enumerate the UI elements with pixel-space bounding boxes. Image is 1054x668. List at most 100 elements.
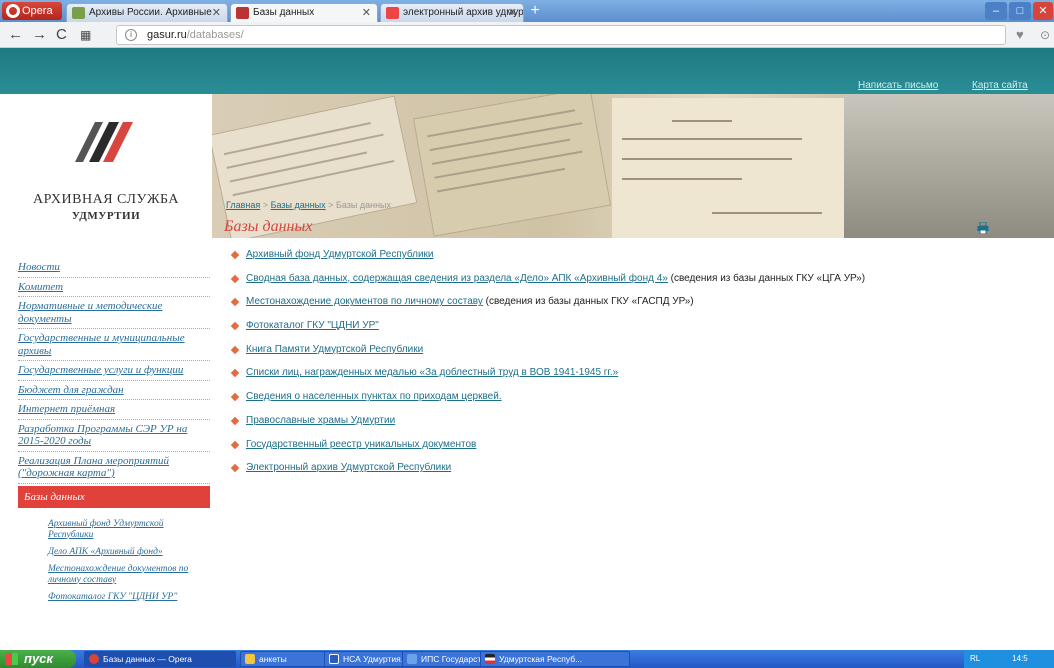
minimize-button[interactable]: ‒	[985, 2, 1007, 20]
sidebar-sub-location[interactable]: Местонахождение документов по личному со…	[48, 561, 210, 589]
list-item: Списки лиц, награжденных медалью «За доб…	[226, 366, 1026, 390]
list-item: Книга Памяти Удмуртской Республики	[226, 343, 1026, 367]
taskbar-item-udmurt[interactable]: Удмуртская Респуб...	[480, 651, 630, 667]
list-item: Фотокаталог ГКУ "ЦДНИ УР"	[226, 319, 1026, 343]
db-link[interactable]: Государственный реестр уникальных докуме…	[246, 439, 476, 450]
bullet-icon	[230, 298, 240, 307]
breadcrumb-databases[interactable]: Базы данных	[271, 200, 326, 210]
sidebar-item-databases[interactable]: Базы данных	[18, 485, 210, 508]
forward-arrow-icon[interactable]: →	[32, 26, 47, 43]
db-link[interactable]: Местонахождение документов по личному со…	[246, 296, 483, 307]
flag-icon	[485, 654, 495, 664]
db-link[interactable]: Списки лиц, награжденных медалью «За доб…	[246, 367, 618, 378]
list-item: Православные храмы Удмуртии	[226, 414, 1026, 438]
bullet-icon	[230, 392, 240, 402]
sidebar-item-roadmap[interactable]: Реализация Плана мероприятий ("дорожная …	[18, 452, 210, 484]
yandex-favicon-icon	[386, 7, 399, 19]
download-icon[interactable]: ⊙	[1040, 28, 1050, 42]
database-list: Архивный фонд Удмуртской Республики Свод…	[226, 248, 1026, 485]
taskbar-item-opera[interactable]: Базы данных — Opera	[84, 651, 236, 667]
tab-label: электронный архив удмур	[403, 7, 524, 18]
breadcrumb-current: Базы данных	[335, 200, 392, 210]
url-path: /databases/	[186, 29, 244, 41]
start-button[interactable]: пуск	[0, 650, 76, 668]
db-note: (сведения из базы данных ГКУ «ЦГА УР»)	[670, 272, 866, 284]
tab-databases[interactable]: Базы данных ✕	[230, 3, 378, 22]
language-indicator[interactable]: RL	[970, 654, 980, 663]
taskbar-label: анкеты	[259, 654, 287, 664]
sidebar-item-normative-docs[interactable]: Нормативные и методические документы	[18, 297, 210, 329]
screen: Opera Архивы России. Архивные ✕ Базы дан…	[0, 0, 1054, 668]
db-link[interactable]: Православные храмы Удмуртии	[246, 415, 395, 426]
bullet-icon	[230, 321, 240, 331]
start-label: пуск	[24, 651, 53, 666]
sitemap-link[interactable]: Карта сайта	[972, 80, 1028, 91]
banner-city-photo	[844, 94, 1054, 238]
list-item: Сводная база данных, содержащая сведения…	[226, 272, 1026, 296]
reload-icon[interactable]: C	[56, 26, 67, 43]
sidebar-item-archives[interactable]: Государственные и муниципальные архивы	[18, 329, 210, 361]
browser-tab-bar: Opera Архивы России. Архивные ✕ Базы дан…	[0, 0, 1054, 22]
sidebar-sub-archive-fund[interactable]: Архивный фонд Удмуртской Республики	[48, 516, 210, 544]
banner-document-image	[212, 95, 418, 238]
heart-icon[interactable]: ♥	[1016, 27, 1024, 42]
db-link[interactable]: Книга Памяти Удмуртской Республики	[246, 344, 423, 355]
list-item: Сведения о населенных пунктах по прихода…	[226, 390, 1026, 414]
banner-document-image	[412, 94, 612, 237]
sidebar-item-news[interactable]: Новости	[18, 258, 210, 278]
back-arrow-icon[interactable]: ←	[8, 26, 23, 43]
bullet-icon	[230, 369, 240, 378]
bullet-icon	[230, 463, 240, 473]
sidebar-item-committee[interactable]: Комитет	[18, 278, 210, 297]
left-sidebar: Новости Комитет Нормативные и методическ…	[18, 258, 210, 606]
sidebar-sub-photo-catalog[interactable]: Фотокаталог ГКУ "ЦДНИ УР"	[48, 589, 210, 606]
bullet-icon	[230, 440, 240, 449]
close-window-button[interactable]: ✕	[1033, 2, 1053, 20]
opera-menu-button[interactable]: Opera	[2, 2, 62, 20]
print-icon[interactable]	[977, 222, 989, 234]
site-info-icon[interactable]: i	[125, 29, 137, 41]
sidebar-item-services[interactable]: Государственные услуги и функции	[18, 361, 210, 381]
close-icon[interactable]: ✕	[212, 4, 221, 22]
tab-e-archive[interactable]: электронный архив удмур ✕	[380, 3, 524, 22]
system-tray: RL 14:5	[964, 650, 1054, 668]
logo-subtitle: УДМУРТИИ	[71, 210, 141, 222]
list-item: Местонахождение документов по личному со…	[226, 295, 1026, 319]
site-favicon-icon	[72, 7, 85, 19]
url-host: gasur.ru	[147, 29, 187, 41]
db-link[interactable]: Фотокаталог ГКУ "ЦДНИ УР"	[246, 320, 379, 331]
opera-icon	[89, 654, 99, 664]
windows-taskbar: пуск Базы данных — Opera анкеты НСА Удму…	[0, 650, 1054, 668]
word-icon	[329, 654, 339, 664]
tab-label: Архивы России. Архивные	[89, 7, 212, 18]
list-item: Электронный архив Удмуртской Республики	[226, 461, 1026, 485]
header-banner-image	[212, 94, 1054, 238]
db-link[interactable]: Архивный фонд Удмуртской Республики	[246, 249, 434, 260]
address-bar-row: ← → C ▦ i gasur.ru/databases/ ♥ ⊙	[0, 22, 1054, 48]
url-input[interactable]: i gasur.ru/databases/	[116, 25, 1006, 45]
new-tab-button[interactable]: +	[526, 3, 544, 21]
folder-icon	[245, 654, 255, 664]
site-logo[interactable]: АРХИВНАЯ СЛУЖБА УДМУРТИИ	[0, 94, 212, 240]
breadcrumb: Главная > Базы данных > Базы данных	[226, 200, 391, 210]
sidebar-item-reception[interactable]: Интернет приёмная	[18, 400, 210, 420]
db-note: (сведения из базы данных ГКУ «ГАСПД УР»)	[485, 296, 694, 308]
tab-archives[interactable]: Архивы России. Архивные ✕	[66, 3, 228, 22]
sidebar-item-program[interactable]: Разработка Программы СЭР УР на 2015-2020…	[18, 420, 210, 452]
sidebar-item-budget[interactable]: Бюджет для граждан	[18, 381, 210, 400]
bullet-icon	[230, 416, 240, 426]
archive-logo-icon	[75, 122, 133, 162]
bullet-icon	[230, 345, 240, 354]
maximize-button[interactable]: □	[1009, 2, 1031, 20]
speed-dial-icon[interactable]: ▦	[80, 28, 91, 42]
breadcrumb-home[interactable]: Главная	[226, 200, 260, 210]
close-icon[interactable]: ✕	[508, 4, 517, 22]
sidebar-sub-apk[interactable]: Дело АПК «Архивный фонд»	[48, 544, 210, 561]
db-link[interactable]: Электронный архив Удмуртской Республики	[246, 462, 451, 473]
banner-handwriting-image	[612, 98, 852, 238]
write-letter-link[interactable]: Написать письмо	[858, 80, 938, 91]
breadcrumb-separator: >	[262, 200, 269, 210]
db-link[interactable]: Сведения о населенных пунктах по прихода…	[246, 391, 502, 402]
db-link[interactable]: Сводная база данных, содержащая сведения…	[246, 273, 668, 284]
close-icon[interactable]: ✕	[362, 4, 371, 22]
